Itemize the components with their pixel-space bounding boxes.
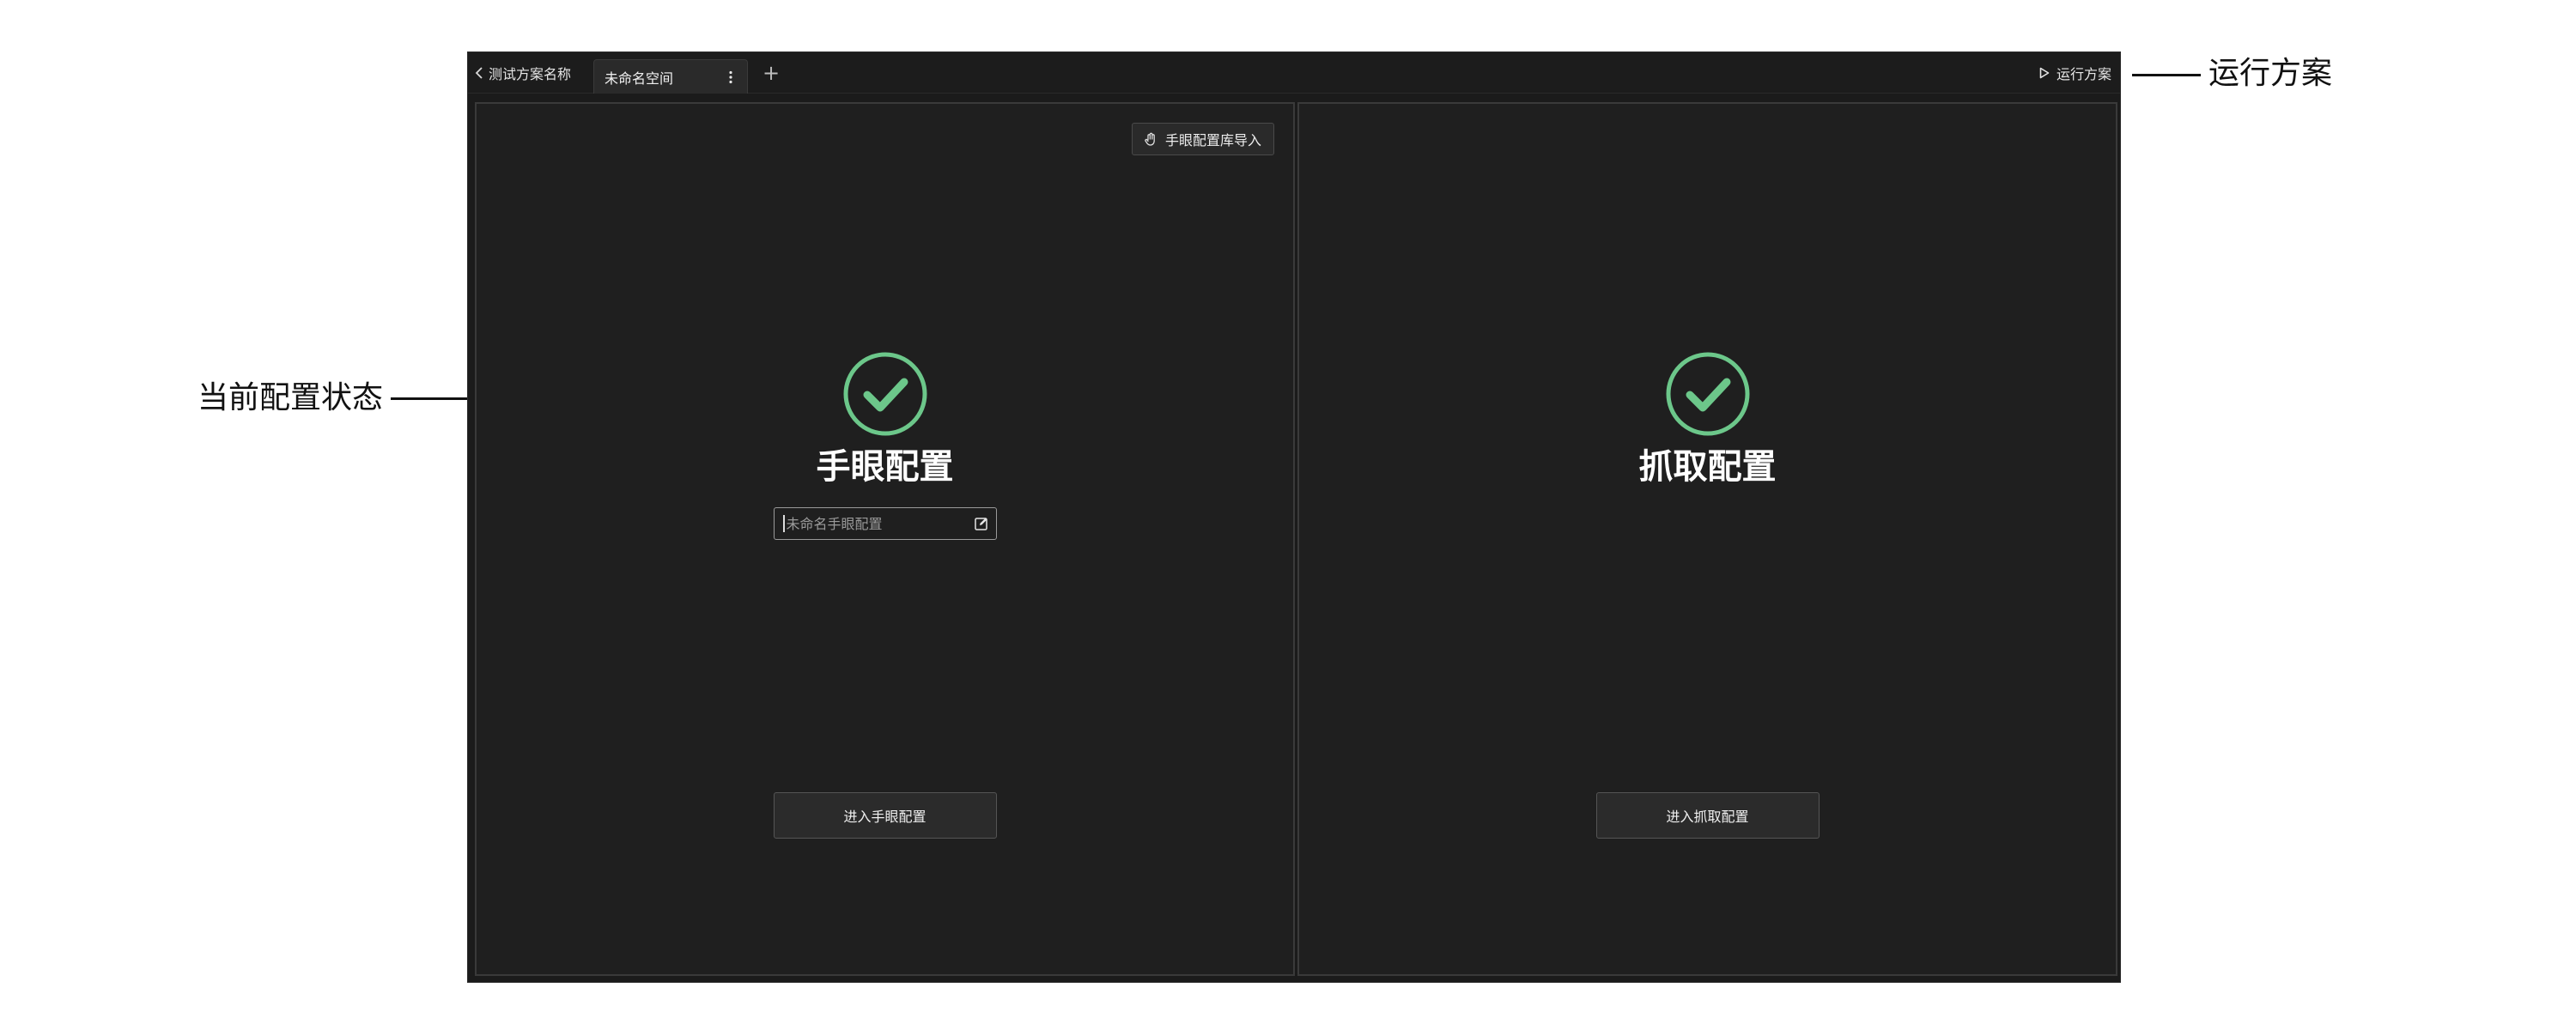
vertical-dots-icon[interactable] [725, 68, 737, 87]
chevron-left-icon [475, 67, 483, 79]
annotation-status-label: 当前配置状态 [197, 380, 384, 415]
import-button-label: 手眼配置库导入 [1164, 132, 1261, 148]
hand-eye-library-import-button[interactable]: 手眼配置库导入 [1131, 123, 1274, 155]
back-button[interactable]: 测试方案名称 [475, 52, 571, 94]
hand-eye-config-title: 手眼配置 [816, 447, 954, 487]
check-circle-icon [1666, 352, 1749, 436]
run-plan-button[interactable]: 运行方案 [2039, 52, 2111, 94]
check-circle-icon [843, 352, 927, 436]
enter-hand-eye-config-button[interactable]: 进入手眼配置 [773, 792, 997, 839]
hand-eye-name-input[interactable] [786, 515, 974, 532]
grasp-config-title: 抓取配置 [1638, 447, 1777, 487]
tab-label: 未命名空间 [605, 70, 674, 87]
hand-eye-config-panel: 手眼配置库导入 手眼配置 进入手眼配置 [475, 102, 1295, 976]
app-window: 测试方案名称 未命名空间 + 运行方案 手眼配置库导入 手眼配置 未命名手眼配置… [467, 52, 2121, 983]
grasp-config-panel: 抓取配置 进入抓取配置 [1297, 102, 2117, 976]
plus-icon: + [762, 61, 781, 85]
hand-eye-name-field[interactable] [773, 507, 997, 540]
back-button-label: 测试方案名称 [489, 66, 572, 82]
enter-grasp-config-button[interactable]: 进入抓取配置 [1595, 792, 1820, 839]
add-tab-button[interactable]: + [758, 52, 784, 94]
edit-icon[interactable] [974, 516, 989, 531]
run-plan-label: 运行方案 [2056, 66, 2111, 82]
text-caret [782, 515, 785, 532]
annotation-run-line [2132, 74, 2201, 76]
play-icon [2039, 67, 2050, 79]
annotation-run-label: 运行方案 [2208, 56, 2333, 91]
top-bar: 测试方案名称 未命名空间 + 运行方案 [468, 52, 2120, 94]
tab-workspace[interactable]: 未命名空间 [593, 59, 748, 94]
hand-icon [1145, 132, 1155, 146]
